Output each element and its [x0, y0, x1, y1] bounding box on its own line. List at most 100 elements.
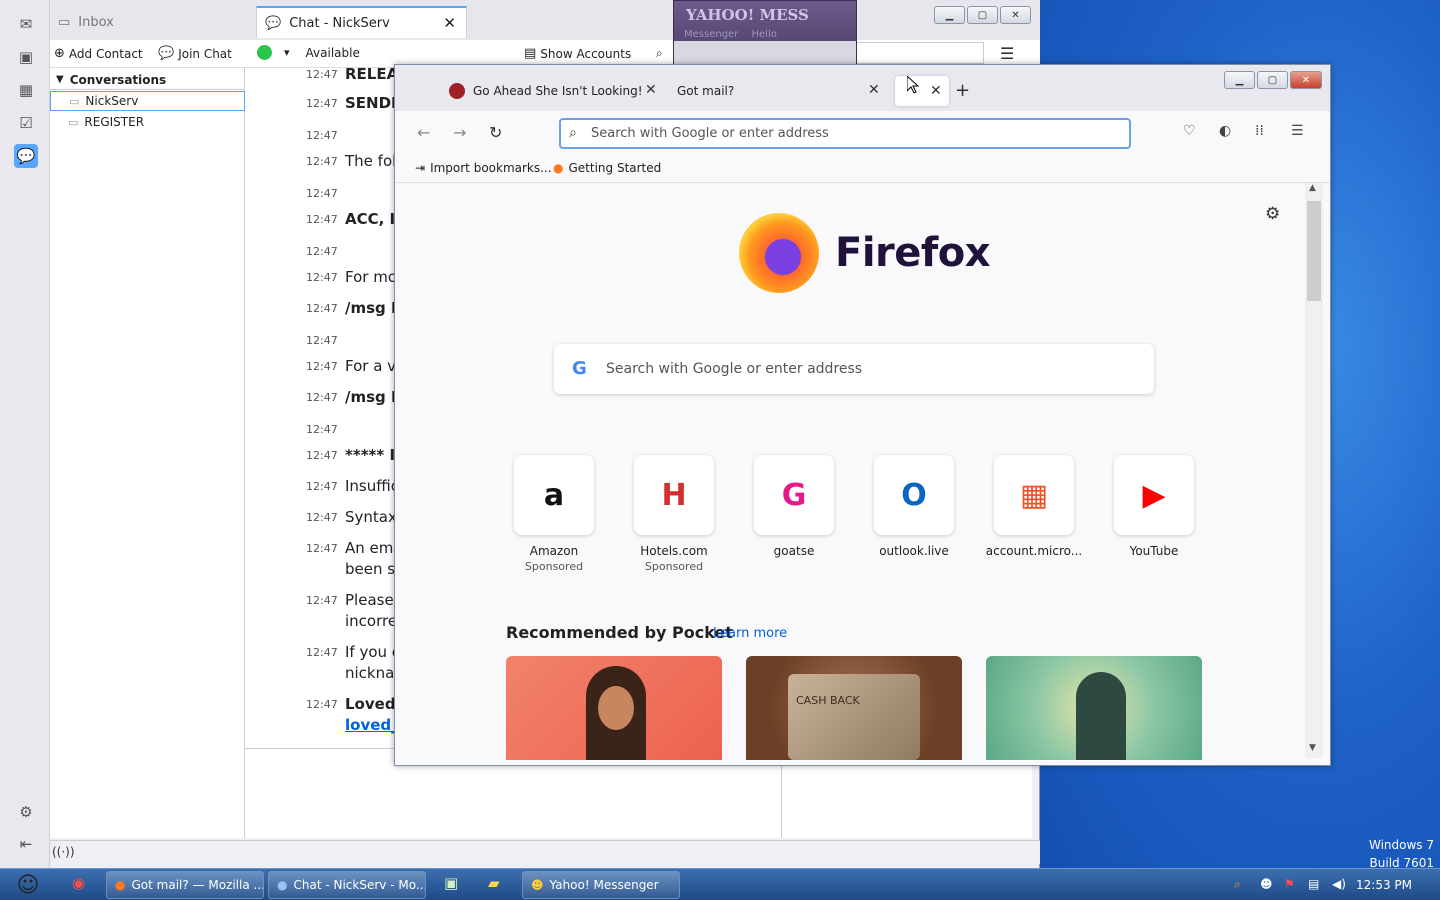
pocket-icon[interactable]: ♡ [1183, 123, 1196, 139]
taskbar-button-label: Chat - NickServ - Mo... [293, 878, 426, 892]
close-button[interactable]: ✕ [1000, 6, 1031, 24]
minimize-button[interactable]: ▁ [934, 6, 965, 24]
windows-watermark: Windows 7 Build 7601 [1369, 836, 1434, 872]
minimize-button[interactable]: ▁ [1224, 71, 1255, 89]
maximize-button[interactable]: ▢ [1257, 71, 1288, 89]
import-bookmarks-item[interactable]: ⇥ Import bookmarks... [415, 161, 552, 175]
close-icon[interactable]: ✕ [868, 82, 880, 98]
top-site-goatse[interactable]: Ggoatse [734, 455, 854, 560]
search-input[interactable] [856, 42, 984, 64]
top-site-name: Hotels.com [640, 544, 708, 558]
top-site-microsoft[interactable]: ▦ account.micro... [974, 455, 1094, 560]
clock[interactable]: 12:53 PM [1356, 878, 1412, 892]
top-site-hotels[interactable]: H Hotels.com Sponsored [614, 455, 734, 573]
message-timestamp: 12:47 [306, 245, 338, 258]
scroll-up-icon[interactable]: ▲ [1309, 183, 1316, 193]
pocket-card[interactable] [506, 656, 722, 760]
tab-inbox[interactable]: ▭ Inbox [50, 6, 255, 38]
status-selector[interactable]: ▾ Available [257, 45, 360, 60]
microsoft-icon: ▦ [994, 455, 1074, 535]
tasks-icon[interactable]: ☑ [14, 111, 38, 135]
close-button[interactable]: ✕ [1290, 71, 1322, 89]
forward-arrow-icon[interactable]: → [453, 123, 466, 142]
search-icon[interactable]: ⌕ [656, 46, 663, 61]
action-center-icon[interactable]: ⚑ [1284, 877, 1295, 891]
address-book-icon[interactable]: ▣ [14, 45, 38, 69]
conversation-item-register[interactable]: ▭ REGISTER [50, 112, 245, 132]
scroll-down-icon[interactable]: ▼ [1309, 743, 1316, 753]
chevron-down-icon: ▾ [284, 46, 290, 59]
top-site-amazon[interactable]: a Amazon Sponsored [494, 455, 614, 573]
getting-started-item[interactable]: ● Getting Started [553, 161, 661, 175]
taskbar-thunderbird-button[interactable]: ● Chat - NickServ - Mo... [268, 871, 426, 899]
yahoo-smiley-icon: ☻ [531, 878, 544, 892]
yahoo-messenger-window[interactable]: YAHOO! MESS Messenger Hello [673, 0, 857, 66]
chat-icon[interactable]: 💬 [14, 144, 38, 168]
spaces-toolbar: ✉ ▣ ▦ ☑ 💬 ⚙ ⇤ [0, 0, 50, 868]
tab-chat-nickserv[interactable]: 💬 Chat - NickServ ✕ [256, 6, 467, 38]
pocket-learn-more-link[interactable]: Learn more [713, 626, 787, 641]
reload-icon[interactable]: ↻ [489, 123, 502, 142]
search-tray-icon[interactable]: ⌕ [1234, 877, 1241, 892]
firefox-icon: ● [115, 878, 126, 892]
message-timestamp: 12:47 [306, 360, 338, 373]
settings-gear-icon[interactable]: ⚙ [14, 800, 38, 824]
outlook-icon: O [874, 455, 954, 535]
mail-icon[interactable]: ✉ [14, 12, 38, 36]
join-chat-button[interactable]: 💬 Join Chat [158, 46, 232, 61]
yahoo-title: YAHOO! MESS [686, 6, 809, 24]
top-site-youtube[interactable]: ▶ YouTube [1094, 455, 1214, 560]
taskbar-button-label: Got mail? — Mozilla ... [131, 878, 264, 892]
conversations-header[interactable]: ▼ Conversations [50, 70, 245, 90]
settings-gear-icon[interactable]: ⚙ [1265, 204, 1280, 224]
scrollbar[interactable]: ▲ ▼ [1305, 183, 1323, 758]
hamburger-menu-icon[interactable]: ☰ [1291, 123, 1304, 139]
youtube-icon: ▶ [1114, 455, 1194, 535]
hamburger-menu-icon[interactable]: ☰ [1000, 44, 1014, 63]
scrollbar-thumb[interactable] [1307, 201, 1321, 301]
google-icon: G [572, 358, 587, 379]
content-search-input[interactable]: G Search with Google or enter address [554, 344, 1154, 394]
close-icon[interactable]: ✕ [930, 83, 942, 99]
tab-got-mail[interactable]: Got mail? [677, 76, 887, 106]
network-icon[interactable]: ▤ [1308, 877, 1319, 891]
extensions-icon[interactable]: ⁞⁞ [1255, 123, 1264, 139]
tab-go-ahead[interactable]: Go Ahead She Isn't Looking! | M [449, 76, 659, 106]
navigation-toolbar: ← → ↻ ⌕ Search with Google or enter addr… [395, 111, 1330, 155]
back-arrow-icon[interactable]: ← [417, 123, 430, 142]
message-text: ACC, I [345, 210, 396, 228]
message-timestamp: 12:47 [306, 646, 338, 659]
pocket-card[interactable]: CASH BACK [746, 656, 962, 760]
firefox-logo-icon [739, 213, 819, 293]
url-bar[interactable]: ⌕ Search with Google or enter address [559, 118, 1131, 149]
folder-icon[interactable]: ▰ [488, 874, 500, 892]
volume-icon[interactable]: ◀) [1332, 877, 1346, 891]
maximize-button[interactable]: ▢ [967, 6, 998, 24]
pocket-card[interactable] [986, 656, 1202, 760]
messenger-tray-icon[interactable]: ☻ [1260, 877, 1273, 891]
collapse-icon[interactable]: ⇤ [14, 832, 38, 856]
message-text[interactable]: loved_ [345, 715, 399, 736]
close-icon[interactable]: ✕ [443, 14, 456, 32]
tab-label: Got mail? [677, 84, 735, 98]
thunderbird-window-controls: ▁ ▢ ✕ [934, 6, 1031, 24]
taskbar-firefox-button[interactable]: ● Got mail? — Mozilla ... [106, 871, 264, 899]
account-avatar-icon[interactable]: ◐ [1219, 123, 1231, 139]
top-site-outlook[interactable]: Ooutlook.live [854, 455, 974, 560]
close-icon[interactable]: ✕ [645, 82, 657, 98]
chrome-icon[interactable]: ◉ [72, 874, 85, 892]
card-image-text: CASH BACK [796, 694, 860, 707]
tab-new[interactable]: ✕ [895, 76, 949, 106]
taskbar-yahoo-button[interactable]: ☻ Yahoo! Messenger [522, 871, 680, 899]
network-folder-icon[interactable]: ▣ [444, 874, 458, 892]
conversation-item-nickserv[interactable]: ▭ NickServ [50, 91, 245, 111]
add-contact-button[interactable]: ⊕ Add Contact [54, 46, 143, 61]
start-button-icon[interactable]: ☺ [8, 869, 48, 900]
show-accounts-button[interactable]: ▤ Show Accounts [524, 46, 631, 61]
card-image-face [598, 686, 634, 730]
top-site-sponsored: Sponsored [524, 560, 584, 573]
calendar-icon[interactable]: ▦ [14, 78, 38, 102]
status-available-icon [257, 45, 272, 60]
new-tab-plus-icon[interactable]: + [955, 80, 970, 101]
inbox-icon: ▭ [58, 14, 71, 30]
